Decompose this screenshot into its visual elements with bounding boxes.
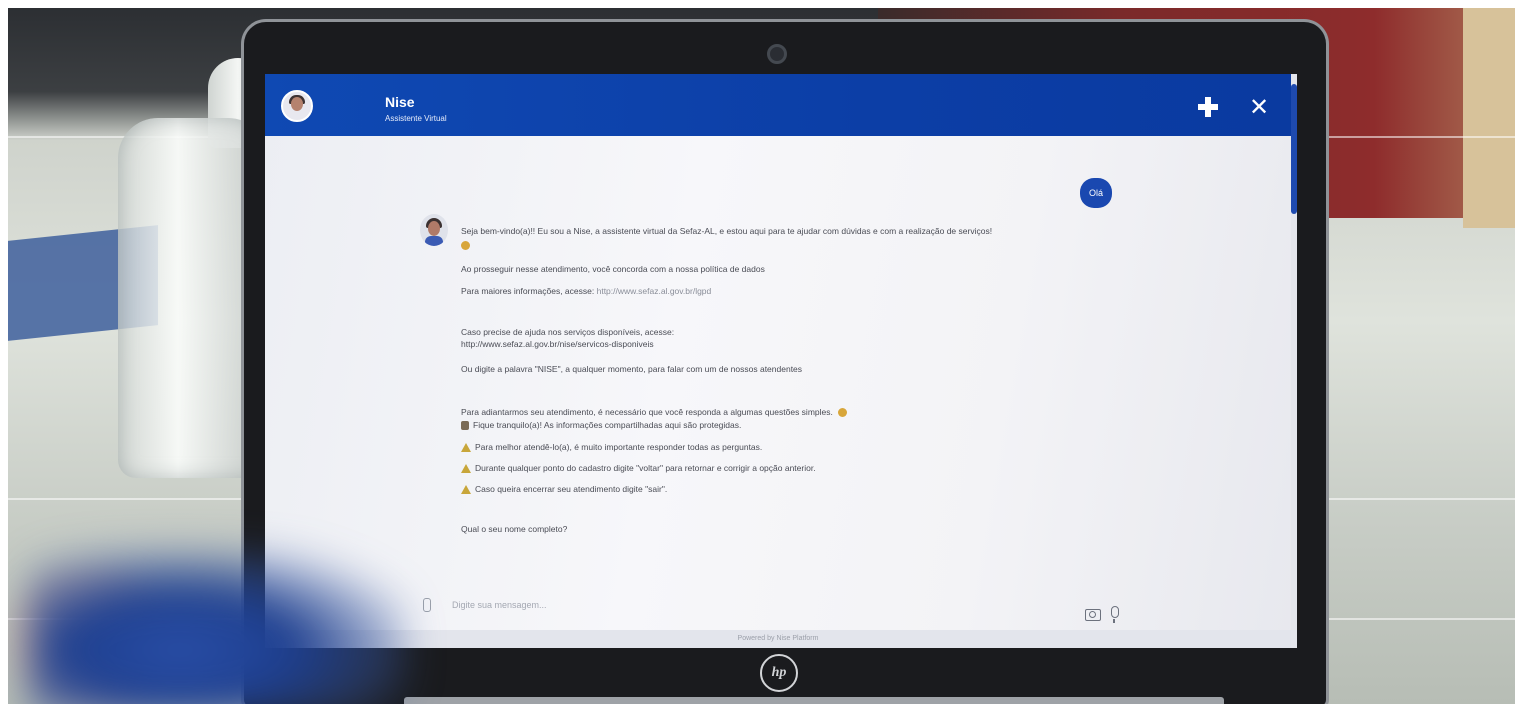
bot-message-protected: Fique tranquilo(a)! As informações compa…: [461, 420, 742, 431]
chat-scrollbar[interactable]: [1291, 74, 1297, 648]
bot-avatar: [420, 214, 448, 246]
close-button[interactable]: ✕: [1246, 93, 1272, 121]
minimize-button[interactable]: [1195, 94, 1221, 120]
bot-message-text: Caso queira encerrar seu atendimento dig…: [475, 484, 668, 494]
message-composer: [415, 594, 1135, 616]
blurred-sleeve: [28, 548, 408, 704]
bot-message-warning-1: Para melhor atendê-lo(a), é muito import…: [461, 442, 763, 453]
attachment-icon[interactable]: [423, 598, 431, 612]
message-input[interactable]: [450, 596, 1054, 614]
bot-message-privacy: Ao prosseguir nesse atendimento, você co…: [461, 264, 765, 274]
scrollbar-thumb[interactable]: [1291, 84, 1297, 214]
bot-message-nise-keyword: Ou digite a palavra "NISE", a qualquer m…: [461, 364, 803, 374]
bot-message-help: Caso precise de ajuda nos serviços dispo…: [461, 327, 675, 337]
bot-message-text: Fique tranquilo(a)! As informações compa…: [473, 420, 742, 430]
close-icon: ✕: [1248, 93, 1270, 121]
camera-icon[interactable]: [1085, 609, 1101, 621]
bot-message-warning-2: Durante qualquer ponto do cadastro digit…: [461, 463, 816, 474]
assistant-subtitle: Assistente Virtual: [385, 114, 447, 123]
bot-message-text: Durante qualquer ponto do cadastro digit…: [475, 463, 816, 473]
bot-message-warning-3: Caso queira encerrar seu atendimento dig…: [461, 484, 668, 495]
services-link[interactable]: http://www.sefaz.al.gov.br/nise/servicos…: [461, 339, 654, 349]
photo-background: Nise Assistente Virtual ✕ Olá Seja bem-v…: [8, 8, 1515, 704]
background-wall-right: [1463, 8, 1515, 228]
minimize-icon: [1198, 97, 1218, 117]
bot-message-more-info: Para maiores informações, acesse: http:/…: [461, 286, 711, 296]
warning-icon: [461, 443, 471, 453]
powered-by-text: Powered by Nise Platform: [737, 635, 819, 642]
laptop-screen: Nise Assistente Virtual ✕ Olá Seja bem-v…: [265, 74, 1297, 648]
bot-message-text: Para melhor atendê-lo(a), é muito import…: [475, 442, 763, 452]
bot-message-text: Para maiores informações, acesse:: [461, 286, 595, 296]
microphone-icon[interactable]: [1111, 606, 1119, 623]
webcam: [767, 44, 787, 64]
warning-icon: [461, 485, 471, 495]
bot-message-text: Para adiantarmos seu atendimento, é nece…: [461, 407, 833, 417]
smile-emoji-icon: [461, 241, 470, 251]
user-message-bubble: Olá: [1080, 178, 1113, 208]
bot-message-emoji-line: [461, 240, 470, 251]
lock-icon: [461, 421, 469, 431]
bot-message-questions: Para adiantarmos seu atendimento, é nece…: [461, 407, 848, 418]
smile-emoji-icon: [838, 408, 848, 418]
bot-message-welcome: Seja bem-vindo(a)!! Eu sou a Nise, a ass…: [461, 226, 992, 236]
laptop-base: [404, 697, 1224, 704]
chat-header: Nise Assistente Virtual ✕: [265, 74, 1291, 136]
chat-footer: Powered by Nise Platform: [265, 630, 1291, 648]
privacy-link[interactable]: http://www.sefaz.al.gov.br/lgpd: [597, 286, 712, 296]
hp-logo: hp: [760, 654, 798, 692]
assistant-avatar: [281, 90, 313, 122]
assistant-name: Nise: [385, 94, 415, 110]
warning-icon: [461, 464, 471, 474]
bot-message-name-question: Qual o seu nome completo?: [461, 524, 568, 534]
bot-message-text: Seja bem-vindo(a)!! Eu sou a Nise, a ass…: [461, 226, 993, 236]
